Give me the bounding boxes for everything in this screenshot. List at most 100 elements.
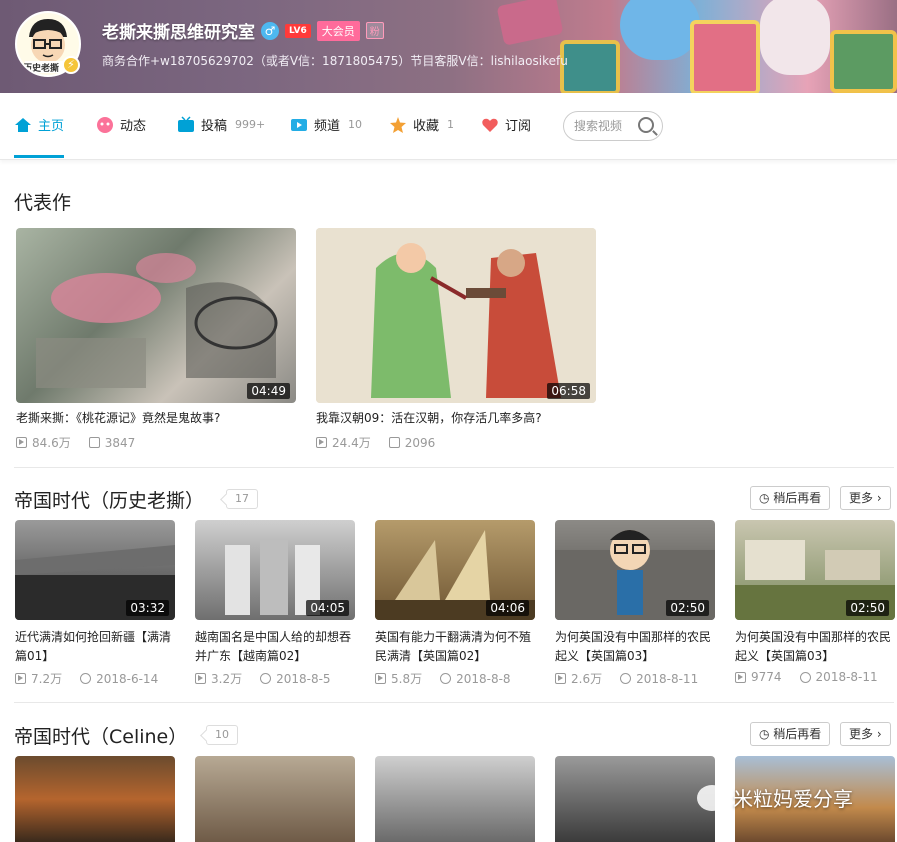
comment-count: 3847 (104, 435, 136, 450)
search-input[interactable]: 搜索视频 (563, 111, 663, 141)
more-button[interactable]: 更多 › (840, 722, 891, 746)
clock-icon (260, 673, 272, 684)
section-title-channel[interactable]: 帝国时代（Celine） (14, 722, 187, 749)
tab-channels[interactable]: 频道 10 (290, 115, 362, 134)
search-placeholder: 搜索视频 (574, 119, 623, 133)
view-count: 2.6万 (571, 672, 603, 686)
avatar-caption: 历史老撕 (23, 64, 60, 74)
video-card[interactable]: 04:06 英国有能力干翻满清为何不殖 民满清【英国篇02】 5.8万 2018… (375, 520, 535, 690)
video-meta: 2.6万 2018-8-11 (555, 670, 698, 687)
play-count-icon (735, 671, 746, 683)
video-card[interactable]: 04:05 越南国名是中国人给的却想吞 并广东【越南篇02】 3.2万 2018… (195, 520, 355, 690)
video-title[interactable]: 越南国名是中国人给的却想吞 并广东【越南篇02】 (195, 628, 351, 666)
video-thumbnail[interactable]: 04:49 (16, 228, 296, 403)
play-count-icon (375, 673, 386, 684)
video-title[interactable]: 老撕来撕：《桃花源记》竟然是鬼故事? (16, 409, 220, 428)
video-title-line: 近代满清如何抢回新疆【满清 (15, 630, 172, 644)
video-meta: 9774 2018-8-11 (735, 670, 878, 684)
video-thumbnail[interactable] (15, 756, 175, 842)
clock-icon (440, 673, 452, 684)
video-title-line: 为何英国没有中国那样的农民 (735, 630, 892, 644)
tab-uploads[interactable]: 投稿 999+ (177, 115, 265, 134)
watch-later-label: 稍后再看 (773, 491, 822, 505)
heart-icon (482, 118, 498, 132)
upload-date: 2018-8-11 (636, 671, 699, 686)
banner-gift-decoration (760, 0, 830, 75)
video-title[interactable]: 英国有能力干翻满清为何不殖 民满清【英国篇02】 (375, 628, 531, 666)
video-meta: 5.8万 2018-8-8 (375, 670, 511, 687)
fan-badge[interactable]: 粉 (365, 22, 384, 39)
vip-badge[interactable]: 大会员 (316, 20, 360, 41)
video-title-line: 并广东【越南篇02】 (195, 649, 307, 663)
video-thumbnail[interactable]: 04:06 (375, 520, 535, 620)
video-thumbnail[interactable]: 02:50 (555, 520, 715, 620)
video-meta: 7.2万 2018-6-14 (15, 670, 158, 687)
video-thumbnail[interactable] (555, 756, 715, 842)
play-count-icon (16, 437, 27, 448)
video-title[interactable]: 近代满清如何抢回新疆【满清 篇01】 (15, 628, 171, 666)
channel-icon (291, 118, 307, 131)
watermark-text: 米粒妈爱分享 (733, 787, 853, 811)
tab-label: 订阅 (505, 119, 532, 134)
video-meta: 3.2万 2018-8-5 (195, 670, 331, 687)
video-title[interactable]: 我靠汉朝09：活在汉朝，你存活几率多高? (316, 409, 542, 428)
tab-label: 频道 (314, 119, 341, 134)
video-title-line: 为何英国没有中国那样的农民 (555, 630, 712, 644)
video-card[interactable]: 04:49 老撕来撕：《桃花源记》竟然是鬼故事? 84.6万 3847 (16, 228, 296, 453)
banner-gift-decoration (690, 20, 760, 93)
upload-date: 2018-6-14 (96, 671, 159, 686)
tab-dynamic[interactable]: 动态 (96, 115, 146, 134)
video-thumbnail[interactable]: 04:05 (195, 520, 355, 620)
video-title[interactable]: 为何英国没有中国那样的农民 起义【英国篇03】 (735, 628, 891, 666)
tv-icon (178, 115, 194, 132)
profile-signature: 商务合作+w18705629702（或者V信：1871805475）节目客服V信… (102, 54, 568, 68)
tab-favorites[interactable]: 收藏 1 (389, 115, 454, 134)
video-thumbnail[interactable]: 03:32 (15, 520, 175, 620)
video-duration: 04:06 (486, 600, 529, 616)
play-count-icon (316, 437, 327, 448)
video-thumbnail[interactable] (195, 756, 355, 842)
banner-gift-decoration (620, 0, 700, 60)
username[interactable]: 老撕来撕思维研究室 (102, 18, 255, 43)
more-button[interactable]: 更多 › (840, 486, 891, 510)
video-title-line: 起义【英国篇03】 (735, 649, 835, 663)
video-title-line: 篇01】 (15, 649, 55, 663)
thumbnail-art (36, 253, 278, 388)
watch-later-button[interactable]: ◷ 稍后再看 (750, 486, 831, 510)
watch-later-label: 稍后再看 (773, 727, 822, 741)
tab-label: 投稿 (201, 119, 228, 134)
video-meta: 24.4万 2096 (316, 434, 435, 451)
banner-gift-decoration (560, 40, 620, 93)
tab-subscriptions[interactable]: 订阅 (481, 115, 531, 134)
clock-icon (80, 673, 92, 684)
video-card[interactable]: 03:32 近代满清如何抢回新疆【满清 篇01】 7.2万 2018-6-14 (15, 520, 175, 690)
search-icon[interactable] (638, 117, 654, 133)
video-thumbnail[interactable]: 02:50 (735, 520, 895, 620)
clock-icon (799, 671, 811, 683)
video-title[interactable]: 为何英国没有中国那样的农民 起义【英国篇03】 (555, 628, 711, 666)
video-title-line: 越南国名是中国人给的却想吞 (195, 630, 352, 644)
section-title-channel[interactable]: 帝国时代（历史老撕） (14, 486, 204, 513)
video-thumbnail[interactable] (375, 756, 535, 842)
video-duration: 06:58 (547, 383, 590, 399)
tab-label: 主页 (38, 119, 65, 134)
channel-video-count: 17 (226, 489, 258, 509)
video-card[interactable]: 02:50 为何英国没有中国那样的农民 起义【英国篇03】 2.6万 2018-… (555, 520, 715, 690)
comment-icon (88, 437, 100, 448)
video-duration: 02:50 (666, 600, 709, 616)
tab-home[interactable]: 主页 (14, 115, 64, 134)
video-card[interactable]: 02:50 为何英国没有中国那样的农民 起义【英国篇03】 9774 2018-… (735, 520, 895, 690)
home-icon (15, 117, 31, 132)
channel-video-count: 10 (206, 725, 238, 745)
chevron-right-icon: › (873, 727, 882, 741)
banner-gift-decoration (496, 0, 564, 46)
dynamic-icon (97, 116, 113, 133)
clock-icon: ◷ (759, 491, 774, 505)
comment-count: 2096 (404, 435, 436, 450)
video-card[interactable]: 06:58 我靠汉朝09：活在汉朝，你存活几率多高? 24.4万 2096 (316, 228, 596, 453)
watch-later-button[interactable]: ◷ 稍后再看 (750, 722, 831, 746)
view-count: 3.2万 (211, 672, 243, 686)
upload-date: 2018-8-11 (815, 670, 878, 684)
gender-male-icon: ♂ (261, 21, 279, 40)
video-thumbnail[interactable]: 06:58 (316, 228, 596, 403)
